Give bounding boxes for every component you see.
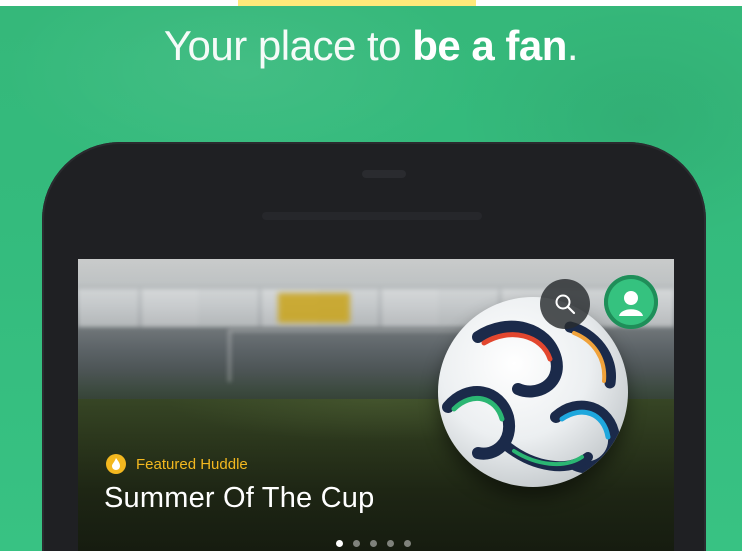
pagination-dot-5[interactable] xyxy=(404,540,411,547)
headline-suffix: . xyxy=(566,22,579,69)
phone-speaker xyxy=(362,170,406,178)
search-icon xyxy=(555,294,576,315)
headline-prefix: Your place to xyxy=(163,22,413,69)
flame-icon xyxy=(112,458,120,470)
headline-emphasis: be a fan xyxy=(412,22,567,69)
pagination-dot-2[interactable] xyxy=(353,540,360,547)
featured-card[interactable]: Featured Huddle Summer Of The Cup xyxy=(78,259,674,551)
featured-badge-label: Featured Huddle xyxy=(136,455,248,473)
headline: Your place to be a fan. xyxy=(0,22,742,70)
ball-pattern xyxy=(442,320,621,474)
pagination-dot-4[interactable] xyxy=(387,540,394,547)
soccer-ball-image xyxy=(438,297,628,487)
top-yellow-strip xyxy=(238,0,476,6)
phone-status-area xyxy=(262,212,482,220)
stadium-banner xyxy=(278,293,350,323)
user-avatar-icon xyxy=(619,291,643,316)
pagination-dot-3[interactable] xyxy=(370,540,377,547)
featured-badge-icon xyxy=(106,454,126,474)
promo-banner: Your place to be a fan. Featured Huddle … xyxy=(0,0,742,551)
search-button[interactable] xyxy=(540,279,590,329)
carousel-pagination xyxy=(336,540,411,547)
profile-avatar-button[interactable] xyxy=(604,275,658,329)
featured-badge: Featured Huddle xyxy=(106,454,248,474)
pagination-dot-1[interactable] xyxy=(336,540,343,547)
card-title[interactable]: Summer Of The Cup xyxy=(104,482,374,515)
